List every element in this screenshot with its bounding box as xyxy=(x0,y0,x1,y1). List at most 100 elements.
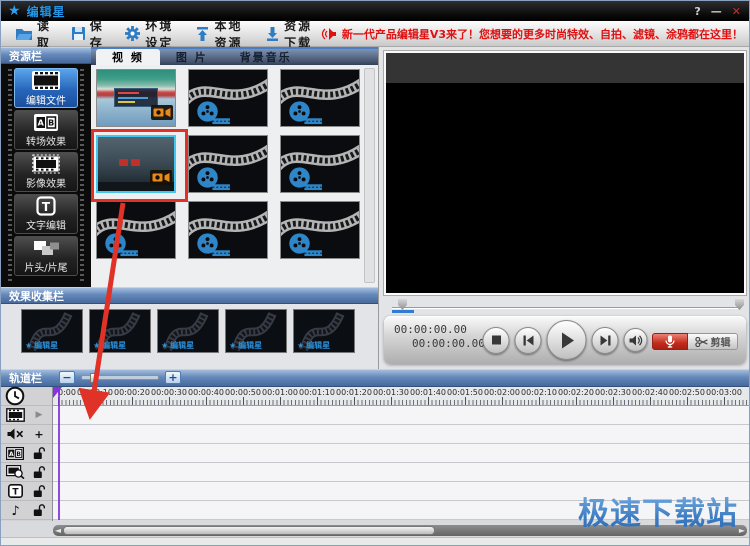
seek-track[interactable] xyxy=(392,307,738,309)
clip-edit-label: 剪辑 xyxy=(711,334,731,349)
record-voice-button[interactable] xyxy=(652,333,688,350)
main-toolbar: 读 取保 存环境设定本地资源资源下载 新一代产品编辑星V3来了！您想要的更多时尚… xyxy=(1,21,750,47)
toolbar-button-1[interactable]: 保 存 xyxy=(72,17,111,51)
music-track-button[interactable] xyxy=(29,504,49,517)
media-thumbnail-6[interactable] xyxy=(96,201,176,259)
ruler-label: 00:00:10 xyxy=(77,388,113,397)
intro-outro-icon xyxy=(31,239,61,258)
timeline-horizontal-scrollbar[interactable]: ◄ ► xyxy=(53,525,747,536)
scroll-right-arrow-icon[interactable]: ► xyxy=(737,525,747,536)
effect-watermark: ★编辑星 xyxy=(25,342,58,350)
media-thumbnail-4[interactable] xyxy=(188,135,268,193)
sidebar-item-3[interactable]: T文字编辑 xyxy=(14,194,78,234)
effect-thumbnail-0[interactable]: ★编辑星 xyxy=(21,309,83,353)
audio-track-lane[interactable] xyxy=(53,425,750,444)
ruler-label: 00:01:50 xyxy=(447,388,483,397)
minimize-button[interactable]: — xyxy=(711,6,722,17)
playhead-marker[interactable] xyxy=(53,387,62,398)
timeline-scrollbar-thumb[interactable] xyxy=(63,526,435,535)
sidebar-item-4[interactable]: 片头/片尾 xyxy=(14,236,78,276)
text-track-button[interactable] xyxy=(29,485,49,498)
music-track-lane[interactable] xyxy=(53,501,750,520)
sidebar-item-1[interactable]: AB转场效果 xyxy=(14,110,78,150)
media-thumbnail-0[interactable] xyxy=(96,69,176,127)
toolbar-button-label: 资源下载 xyxy=(284,17,321,51)
media-vertical-scrollbar[interactable] xyxy=(364,68,375,283)
close-button[interactable]: ✕ xyxy=(732,6,741,17)
filmstrip-perforation xyxy=(8,69,12,283)
sidebar-item-0[interactable]: 编辑文件 xyxy=(14,68,78,108)
clock-icon xyxy=(5,386,25,406)
promo-notice[interactable]: 新一代产品编辑星V3来了！您想要的更多时尚特效、自拍、滤镜、涂鸦都在这里！ xyxy=(321,26,743,42)
filmstrip-perforation xyxy=(80,69,84,283)
svg-text:♪: ♪ xyxy=(11,504,19,517)
toolbar-button-label: 本地资源 xyxy=(214,17,251,51)
timeline-zoom-slider-thumb[interactable] xyxy=(90,373,97,383)
effect-search-icon xyxy=(6,465,25,479)
video-track-header: ▶ xyxy=(1,406,52,425)
effect-track-button[interactable] xyxy=(29,466,49,479)
svg-text:B: B xyxy=(48,118,54,127)
effect-thumbnail-2[interactable]: ★编辑星 xyxy=(157,309,219,353)
transition-track-button[interactable] xyxy=(29,447,49,460)
toolbar-button-label: 保 存 xyxy=(90,17,111,51)
media-thumbnail-2[interactable] xyxy=(280,69,360,127)
sidebar-item-label: 编辑文件 xyxy=(26,92,66,107)
sidebar-item-label: 影像效果 xyxy=(26,175,66,190)
resource-sidebar-header: 资源栏 xyxy=(1,47,91,64)
timeline-zoom-out-button[interactable]: − xyxy=(59,371,75,384)
toolbar-button-4[interactable]: 资源下载 xyxy=(266,17,321,51)
effect-thumbnail-4[interactable]: ★编辑星 xyxy=(293,309,355,353)
clip-edit-button[interactable]: 剪辑 xyxy=(688,333,738,350)
sidebar-item-2[interactable]: 影像效果 xyxy=(14,152,78,192)
effect-track-lane[interactable] xyxy=(53,463,750,482)
effect-watermark: ★编辑星 xyxy=(93,342,126,350)
save-icon xyxy=(72,27,85,40)
timeline-ruler[interactable]: 0:0000:00:1000:00:2000:00:3000:00:4000:0… xyxy=(53,387,750,406)
media-tab-0[interactable]: 视 频 xyxy=(96,49,160,65)
placeholder-reel xyxy=(189,136,267,192)
media-thumbnail-7[interactable] xyxy=(188,201,268,259)
toolbar-button-3[interactable]: 本地资源 xyxy=(196,17,251,51)
timeline-zoom-slider[interactable] xyxy=(81,375,159,380)
media-thumbnail-5[interactable] xyxy=(280,135,360,193)
scroll-left-arrow-icon[interactable]: ◄ xyxy=(53,525,63,536)
audio-track-button[interactable]: + xyxy=(29,429,49,440)
media-thumbnail-1[interactable] xyxy=(188,69,268,127)
help-button[interactable]: ? xyxy=(694,6,700,17)
media-tab-1[interactable]: 图 片 xyxy=(160,49,224,65)
text-track-lane[interactable] xyxy=(53,482,750,501)
scissors-icon xyxy=(695,337,708,347)
sidebar-item-label: 片头/片尾 xyxy=(24,259,67,274)
track-header-column: ▶+ABT♪ xyxy=(1,387,53,521)
video-track-lane[interactable] xyxy=(53,406,750,425)
stop-button[interactable] xyxy=(483,327,510,354)
prev-frame-icon xyxy=(522,335,534,346)
edit-files-icon xyxy=(31,70,61,91)
video-effect-icon xyxy=(32,154,60,174)
volume-button[interactable] xyxy=(624,328,648,352)
camera-badge xyxy=(150,170,172,185)
prev-frame-button[interactable] xyxy=(515,327,542,354)
seek-progress xyxy=(392,310,414,313)
next-frame-button[interactable] xyxy=(592,327,619,354)
transition-track-lane[interactable] xyxy=(53,444,750,463)
effect-thumbnail-3[interactable]: ★编辑星 xyxy=(225,309,287,353)
media-tab-2[interactable]: 背景音乐 xyxy=(224,49,308,65)
ruler-label: 00:00:50 xyxy=(225,388,261,397)
media-thumbnail-grid xyxy=(91,65,378,287)
status-bar xyxy=(1,537,750,546)
transition-track-header: AB xyxy=(1,444,52,463)
toolbar-button-0[interactable]: 读 取 xyxy=(16,17,57,51)
media-thumbnail-8[interactable] xyxy=(280,201,360,259)
video-track-button[interactable]: ▶ xyxy=(29,410,49,420)
timeline-section: 轨道栏 − + ▶+ABT♪ 0:0000:00:1000:00:2000:00… xyxy=(1,369,750,546)
playhead-line xyxy=(58,388,60,520)
timeline-zoom-in-button[interactable]: + xyxy=(165,371,181,384)
ruler-label: 00:02:10 xyxy=(521,388,557,397)
effect-thumbnail-1[interactable]: ★编辑星 xyxy=(89,309,151,353)
media-thumbnail-3[interactable] xyxy=(96,135,176,193)
video-preview-screen xyxy=(384,51,746,295)
play-button[interactable] xyxy=(547,320,587,360)
toolbar-button-2[interactable]: 环境设定 xyxy=(125,17,181,51)
